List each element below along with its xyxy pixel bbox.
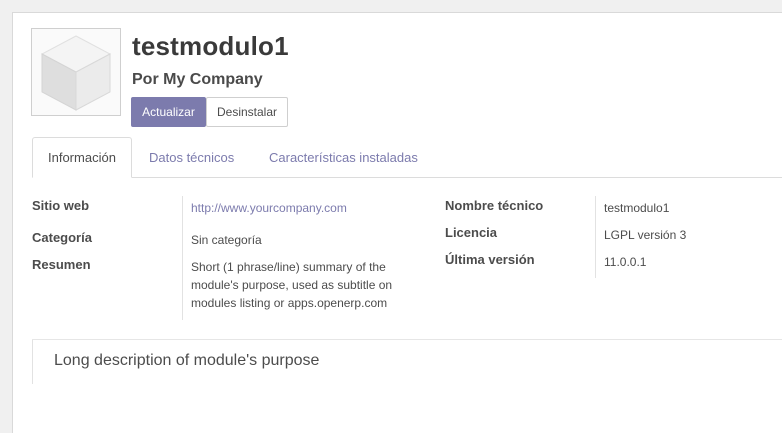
website-label: Sitio web [32,198,90,213]
module-logo [31,28,121,116]
uninstall-button[interactable]: Desinstalar [206,97,288,127]
summary-label: Resumen [32,257,91,272]
latest-version-label: Última versión [445,252,535,267]
summary-line: module's purpose, used as subtitle on [191,278,393,292]
summary-line: Short (1 phrase/line) summary of the [191,260,386,274]
summary-value: Short (1 phrase/line) summary of the mod… [191,258,392,312]
license-label: Licencia [445,225,498,240]
upgrade-button[interactable]: Actualizar [131,97,206,127]
license-value: LGPL versión 3 [604,228,687,242]
latest-version-value: 11.0.0.1 [604,255,647,269]
column-divider [182,196,183,320]
module-description: Long description of module's purpose [54,352,320,369]
column-divider [595,196,596,278]
description-divider [32,340,33,384]
category-label: Categoría [32,230,92,245]
module-author: Por My Company [132,71,263,88]
description-section: Long description of module's purpose [32,339,782,384]
technical-name-value: testmodulo1 [604,201,670,215]
category-value: Sin categoría [191,233,262,247]
module-cube-icon [40,35,112,111]
tab-informacion[interactable]: Información [32,137,132,178]
website-link[interactable]: http://www.yourcompany.com [191,199,347,217]
summary-line: modules listing or apps.openerp.com [191,296,388,310]
tab-caracteristicas-instaladas[interactable]: Características instaladas [254,137,433,177]
notebook-tabs: Información Datos técnicos Característic… [32,137,782,178]
module-title: testmodulo1 [132,31,289,61]
technical-name-label: Nombre técnico [445,198,544,213]
tab-datos-tecnicos[interactable]: Datos técnicos [134,137,249,177]
